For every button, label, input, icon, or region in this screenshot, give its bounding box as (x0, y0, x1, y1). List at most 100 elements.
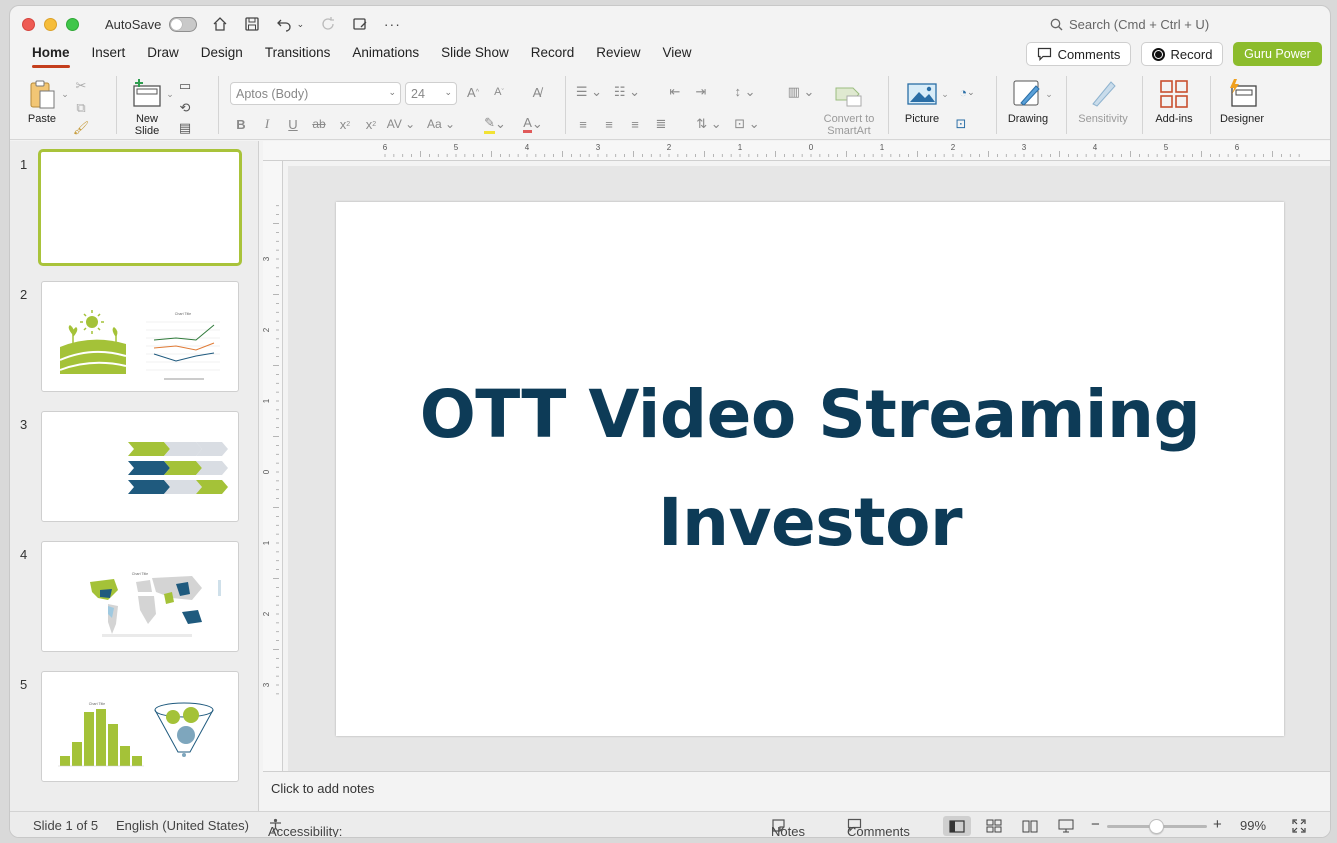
decrease-indent-icon[interactable]: ⇤ (666, 84, 684, 100)
minimize-window-button[interactable] (44, 17, 57, 31)
slide-title[interactable]: OTT Video Streaming Investor (400, 361, 1220, 577)
undo-icon[interactable] (275, 15, 293, 33)
tab-view[interactable]: View (652, 42, 703, 70)
format-painter-icon[interactable]: 🖌 (72, 120, 90, 136)
align-left-icon[interactable]: ≡ (574, 116, 592, 132)
clear-formatting-icon[interactable]: A̸ (528, 84, 546, 100)
strikethrough-icon[interactable]: ab (310, 116, 328, 132)
slide-thumbnail-4[interactable]: Chart Title (41, 541, 239, 652)
ruler-label: 3 (596, 143, 601, 152)
ribbon-separator (996, 76, 997, 134)
text-box-icon[interactable]: ⊡ (952, 116, 970, 132)
ruler-label: 3 (1022, 143, 1027, 152)
zoom-out-icon[interactable]: − (1091, 816, 1100, 833)
chevron-down-icon: ⌄ (444, 87, 452, 97)
change-case-icon[interactable]: Aa ⌄ (426, 116, 456, 132)
current-slide[interactable]: OTT Video Streaming Investor (336, 202, 1284, 736)
tab-animations[interactable]: Animations (341, 42, 430, 70)
record-button[interactable]: Record (1141, 42, 1223, 66)
justify-icon[interactable]: ≣ (652, 116, 670, 132)
ribbon-home: Paste ⌄ ✂ ⧉ 🖌 New Slide ⌄ ▭ ⟲ ▤ Aptos (B… (10, 72, 1330, 140)
reset-icon[interactable]: ⟲ (176, 100, 194, 116)
copy-icon[interactable]: ⧉ (72, 100, 90, 116)
comments-button[interactable]: Comments (1026, 42, 1131, 66)
designer-button[interactable]: Designer (1216, 78, 1268, 125)
section-icon[interactable]: ▤ (176, 120, 194, 136)
zoom-in-icon[interactable]: + (1213, 816, 1222, 833)
slide-thumbnail-2[interactable]: Chart Title (41, 281, 239, 392)
character-spacing-icon[interactable]: AV ⌄ (386, 116, 416, 132)
italic-icon[interactable]: I (258, 116, 276, 132)
underline-icon[interactable]: U (284, 116, 302, 132)
font-color-icon[interactable]: A ⌄ (518, 115, 548, 133)
text-direction-icon[interactable]: ⇅ ⌄ (694, 116, 724, 132)
font-name-select[interactable]: Aptos (Body) ⌄ (230, 82, 401, 105)
bullets-icon[interactable]: ☰ ⌄ (574, 84, 604, 100)
save-icon[interactable] (243, 15, 261, 33)
numbering-icon[interactable]: ☷ ⌄ (612, 84, 642, 100)
align-text-icon[interactable]: ⊡ ⌄ (732, 116, 762, 132)
slide-thumbnail-1[interactable] (38, 149, 242, 266)
tab-slide-show[interactable]: Slide Show (430, 42, 520, 70)
language-indicator[interactable]: English (United States) (116, 818, 249, 833)
slide-show-button[interactable] (1052, 816, 1080, 836)
tab-review[interactable]: Review (585, 42, 651, 70)
highlight-icon[interactable]: ✎ ⌄ (480, 115, 510, 134)
addins-button[interactable]: Add-ins (1150, 78, 1198, 125)
notes-pane[interactable]: Click to add notes (263, 771, 1330, 811)
comments-toggle[interactable]: Comments (847, 818, 910, 837)
drawing-dropdown-icon[interactable]: ⌄ (1040, 86, 1058, 102)
bold-icon[interactable]: B (232, 116, 250, 132)
customize-icon[interactable] (351, 15, 369, 33)
slide-thumbnail-3[interactable] (41, 411, 239, 522)
align-right-icon[interactable]: ≡ (626, 116, 644, 132)
zoom-window-button[interactable] (66, 17, 79, 31)
zoom-slider-handle[interactable] (1149, 819, 1164, 834)
tab-design[interactable]: Design (190, 42, 254, 70)
increase-indent-icon[interactable]: ⇥ (692, 84, 710, 100)
tab-record[interactable]: Record (520, 42, 586, 70)
presentation-icon (1058, 819, 1074, 833)
line-spacing-icon[interactable]: ↕ ⌄ (730, 84, 760, 100)
slide-counter: Slide 1 of 5 (33, 818, 99, 833)
redo-icon[interactable] (319, 15, 337, 33)
ruler-label: 5 (1164, 143, 1169, 152)
shapes-icon[interactable]: ◔ ⌄ (952, 84, 982, 100)
notes-toggle[interactable]: Notes (771, 818, 805, 837)
zoom-level[interactable]: 99% (1240, 818, 1266, 833)
search-box[interactable]: Search (Cmd + Ctrl + U) (1050, 17, 1209, 32)
sensitivity-button[interactable]: Sensitivity (1074, 78, 1132, 125)
slide-sorter-button[interactable] (980, 816, 1008, 836)
normal-view-button[interactable] (943, 816, 971, 836)
slide-thumbnail-5[interactable]: Chart Title (41, 671, 239, 782)
ruler-label: 6 (383, 143, 388, 152)
search-placeholder: Search (Cmd + Ctrl + U) (1069, 17, 1210, 32)
subscript-icon[interactable]: x2 (362, 116, 380, 132)
align-center-icon[interactable]: ≡ (600, 116, 618, 132)
more-options-icon[interactable]: ··· (383, 15, 401, 33)
thumbnail-number: 3 (20, 417, 28, 432)
tab-draw[interactable]: Draw (136, 42, 190, 70)
tab-transitions[interactable]: Transitions (254, 42, 342, 70)
guru-power-button[interactable]: Guru Power (1233, 42, 1322, 66)
powerpoint-window: AutoSave ⌄ ··· Search (Cmd + Ctrl + U) H… (9, 5, 1331, 838)
increase-font-icon[interactable]: A ^ (464, 84, 482, 100)
tab-home[interactable]: Home (21, 42, 81, 70)
ruler-label: 2 (263, 327, 271, 332)
home-icon[interactable] (211, 15, 229, 33)
convert-smartart-button[interactable]: Convert to SmartArt (818, 78, 880, 137)
cut-icon[interactable]: ✂ (72, 78, 90, 94)
close-window-button[interactable] (22, 17, 35, 31)
tab-insert[interactable]: Insert (81, 42, 137, 70)
decrease-font-icon[interactable]: Aˇ (490, 84, 508, 100)
reading-view-button[interactable] (1016, 816, 1044, 836)
font-size-select[interactable]: 24 ⌄ (405, 82, 457, 105)
columns-icon[interactable]: ▥ ⌄ (786, 84, 816, 100)
autosave-toggle[interactable] (169, 16, 198, 32)
fit-slide-button[interactable] (1285, 816, 1313, 836)
layout-icon[interactable]: ▭ (176, 78, 194, 94)
undo-dropdown-icon[interactable]: ⌄ (295, 15, 305, 33)
ruler-label: 0 (263, 469, 271, 474)
superscript-icon[interactable]: x2 (336, 116, 354, 132)
accessibility-checker[interactable]: Accessibility: Investigate (268, 818, 342, 837)
